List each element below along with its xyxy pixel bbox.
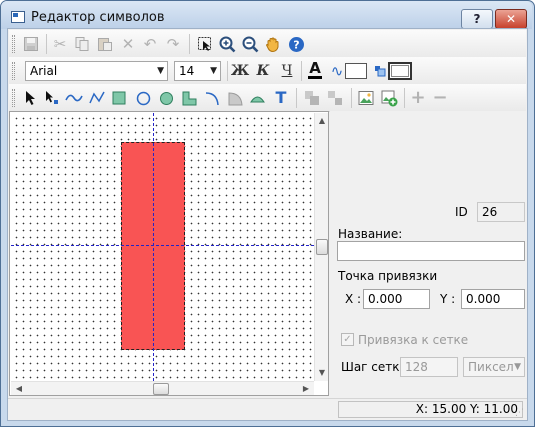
separator <box>296 88 297 108</box>
grid-step-label: Шаг сетки <box>341 360 408 374</box>
scroll-down-icon[interactable]: ▼ <box>315 366 329 380</box>
app-icon <box>11 11 25 23</box>
resize-grip-icon[interactable]: ⋰ <box>515 408 524 418</box>
separator <box>227 61 228 81</box>
cut-icon[interactable]: ✂ <box>50 34 70 54</box>
font-size-value: 14 <box>179 64 195 78</box>
toolbar-grip[interactable] <box>12 62 15 80</box>
separator <box>404 88 405 108</box>
anchor-y-field[interactable]: 0.000 <box>461 289 525 309</box>
toolbar-format: Arial ▼ 14 ▼ Ж К Ч A ∿ <box>9 57 526 85</box>
chevron-down-icon: ▼ <box>157 66 164 76</box>
name-label: Название: <box>338 227 403 241</box>
help-window-button[interactable]: ? <box>461 9 493 29</box>
anchor-x-field[interactable]: 0.000 <box>363 289 430 309</box>
grid-unit-select[interactable]: Пиксел ▼ <box>463 357 525 377</box>
group-icon[interactable] <box>302 88 322 108</box>
toolbar-tools: T + − <box>9 84 526 112</box>
x-label: X : <box>345 292 362 306</box>
fill-color-swatch[interactable] <box>388 62 412 80</box>
delete-icon[interactable]: ✕ <box>118 34 138 54</box>
text-tool-icon[interactable]: T <box>271 88 291 108</box>
copy-icon[interactable] <box>72 34 92 54</box>
zoom-in-icon[interactable] <box>217 34 237 54</box>
zoom-out-icon[interactable] <box>240 34 260 54</box>
drawing-canvas[interactable]: ▲ ▼ ◀ ▶ <box>9 111 329 396</box>
toolbar-grip[interactable] <box>12 35 15 53</box>
add-button[interactable]: + <box>408 88 428 108</box>
font-family-value: Arial <box>30 64 58 78</box>
italic-button[interactable]: К <box>253 61 273 81</box>
add-image-icon[interactable] <box>379 88 399 108</box>
properties-panel: ID 26 Название: Точка привязки X : 0.000… <box>330 111 526 377</box>
separator <box>351 88 352 108</box>
name-field[interactable] <box>337 241 525 261</box>
separator <box>46 34 47 54</box>
y-label: Y : <box>440 292 456 306</box>
anchor-point-label: Точка привязки <box>338 269 438 283</box>
remove-button[interactable]: − <box>430 88 450 108</box>
line-color-swatch[interactable] <box>345 63 367 79</box>
underline-button[interactable]: Ч <box>277 61 297 81</box>
grid-step-field[interactable]: 128 <box>400 357 458 377</box>
image-icon[interactable] <box>356 88 376 108</box>
ungroup-icon[interactable] <box>325 88 345 108</box>
redo-icon[interactable]: ↷ <box>163 34 183 54</box>
dot-grid[interactable] <box>11 113 314 381</box>
text-color-button[interactable]: A <box>305 60 325 80</box>
pointer-tool-icon[interactable] <box>21 88 41 108</box>
select-area-icon[interactable] <box>195 34 215 54</box>
vertical-scrollbar[interactable]: ▲ ▼ <box>314 113 328 381</box>
grid-unit-value: Пиксел <box>468 360 514 374</box>
filled-ellipse-tool-icon[interactable] <box>156 88 176 108</box>
snap-to-grid-label: Привязка к сетке <box>358 333 469 347</box>
help-icon[interactable]: ? <box>286 34 306 54</box>
pan-hand-icon[interactable] <box>263 34 283 54</box>
chord-tool-icon[interactable] <box>247 88 267 108</box>
horizontal-scroll-thumb[interactable] <box>153 383 169 395</box>
ellipse-tool-icon[interactable] <box>133 88 153 108</box>
fill-icon[interactable] <box>370 61 390 81</box>
node-edit-tool-icon[interactable] <box>42 88 62 108</box>
scroll-left-icon[interactable]: ◀ <box>12 382 26 396</box>
horizontal-guide-line <box>11 245 314 246</box>
svg-text:?: ? <box>293 39 299 52</box>
text-color-label: A <box>309 59 321 77</box>
scroll-right-icon[interactable]: ▶ <box>299 382 313 396</box>
horizontal-scrollbar[interactable]: ◀ ▶ <box>11 381 314 395</box>
separator <box>189 34 190 54</box>
id-label: ID <box>455 205 468 219</box>
chevron-down-icon: ▼ <box>210 66 217 76</box>
arc-tool-icon[interactable] <box>202 88 222 108</box>
id-field: 26 <box>477 202 525 222</box>
scroll-up-icon[interactable]: ▲ <box>315 114 329 128</box>
save-icon[interactable] <box>21 34 41 54</box>
paste-icon[interactable] <box>95 34 115 54</box>
title-bar: Редактор символов ? ✕ <box>1 1 532 29</box>
chevron-down-icon: ▼ <box>514 362 521 372</box>
font-size-select[interactable]: 14 ▼ <box>174 61 221 81</box>
polygon-tool-icon[interactable] <box>179 88 199 108</box>
polyline-tool-icon[interactable] <box>87 88 107 108</box>
font-family-select[interactable]: Arial ▼ <box>25 61 168 81</box>
vertical-scroll-thumb[interactable] <box>316 239 328 255</box>
line-tool-icon[interactable] <box>64 88 84 108</box>
undo-icon[interactable]: ↶ <box>140 34 160 54</box>
status-bar: X: 15.00 Y: 11.00 ⋰ <box>8 398 527 420</box>
close-window-button[interactable]: ✕ <box>495 9 527 29</box>
snap-to-grid-checkbox[interactable]: ✓ <box>341 333 354 346</box>
line-color-icon[interactable]: ∿ <box>327 61 347 81</box>
cursor-coordinates: X: 15.00 Y: 11.00 <box>338 401 523 418</box>
toolbar-main: ✂ ✕ ↶ ↷ ? <box>9 30 526 58</box>
separator <box>301 61 302 81</box>
rectangle-tool-icon[interactable] <box>109 88 129 108</box>
window-title: Редактор символов <box>31 10 165 25</box>
bold-button[interactable]: Ж <box>230 61 250 81</box>
vertical-guide-line <box>153 113 154 381</box>
toolbar-grip[interactable] <box>12 89 15 107</box>
pie-tool-icon[interactable] <box>225 88 245 108</box>
